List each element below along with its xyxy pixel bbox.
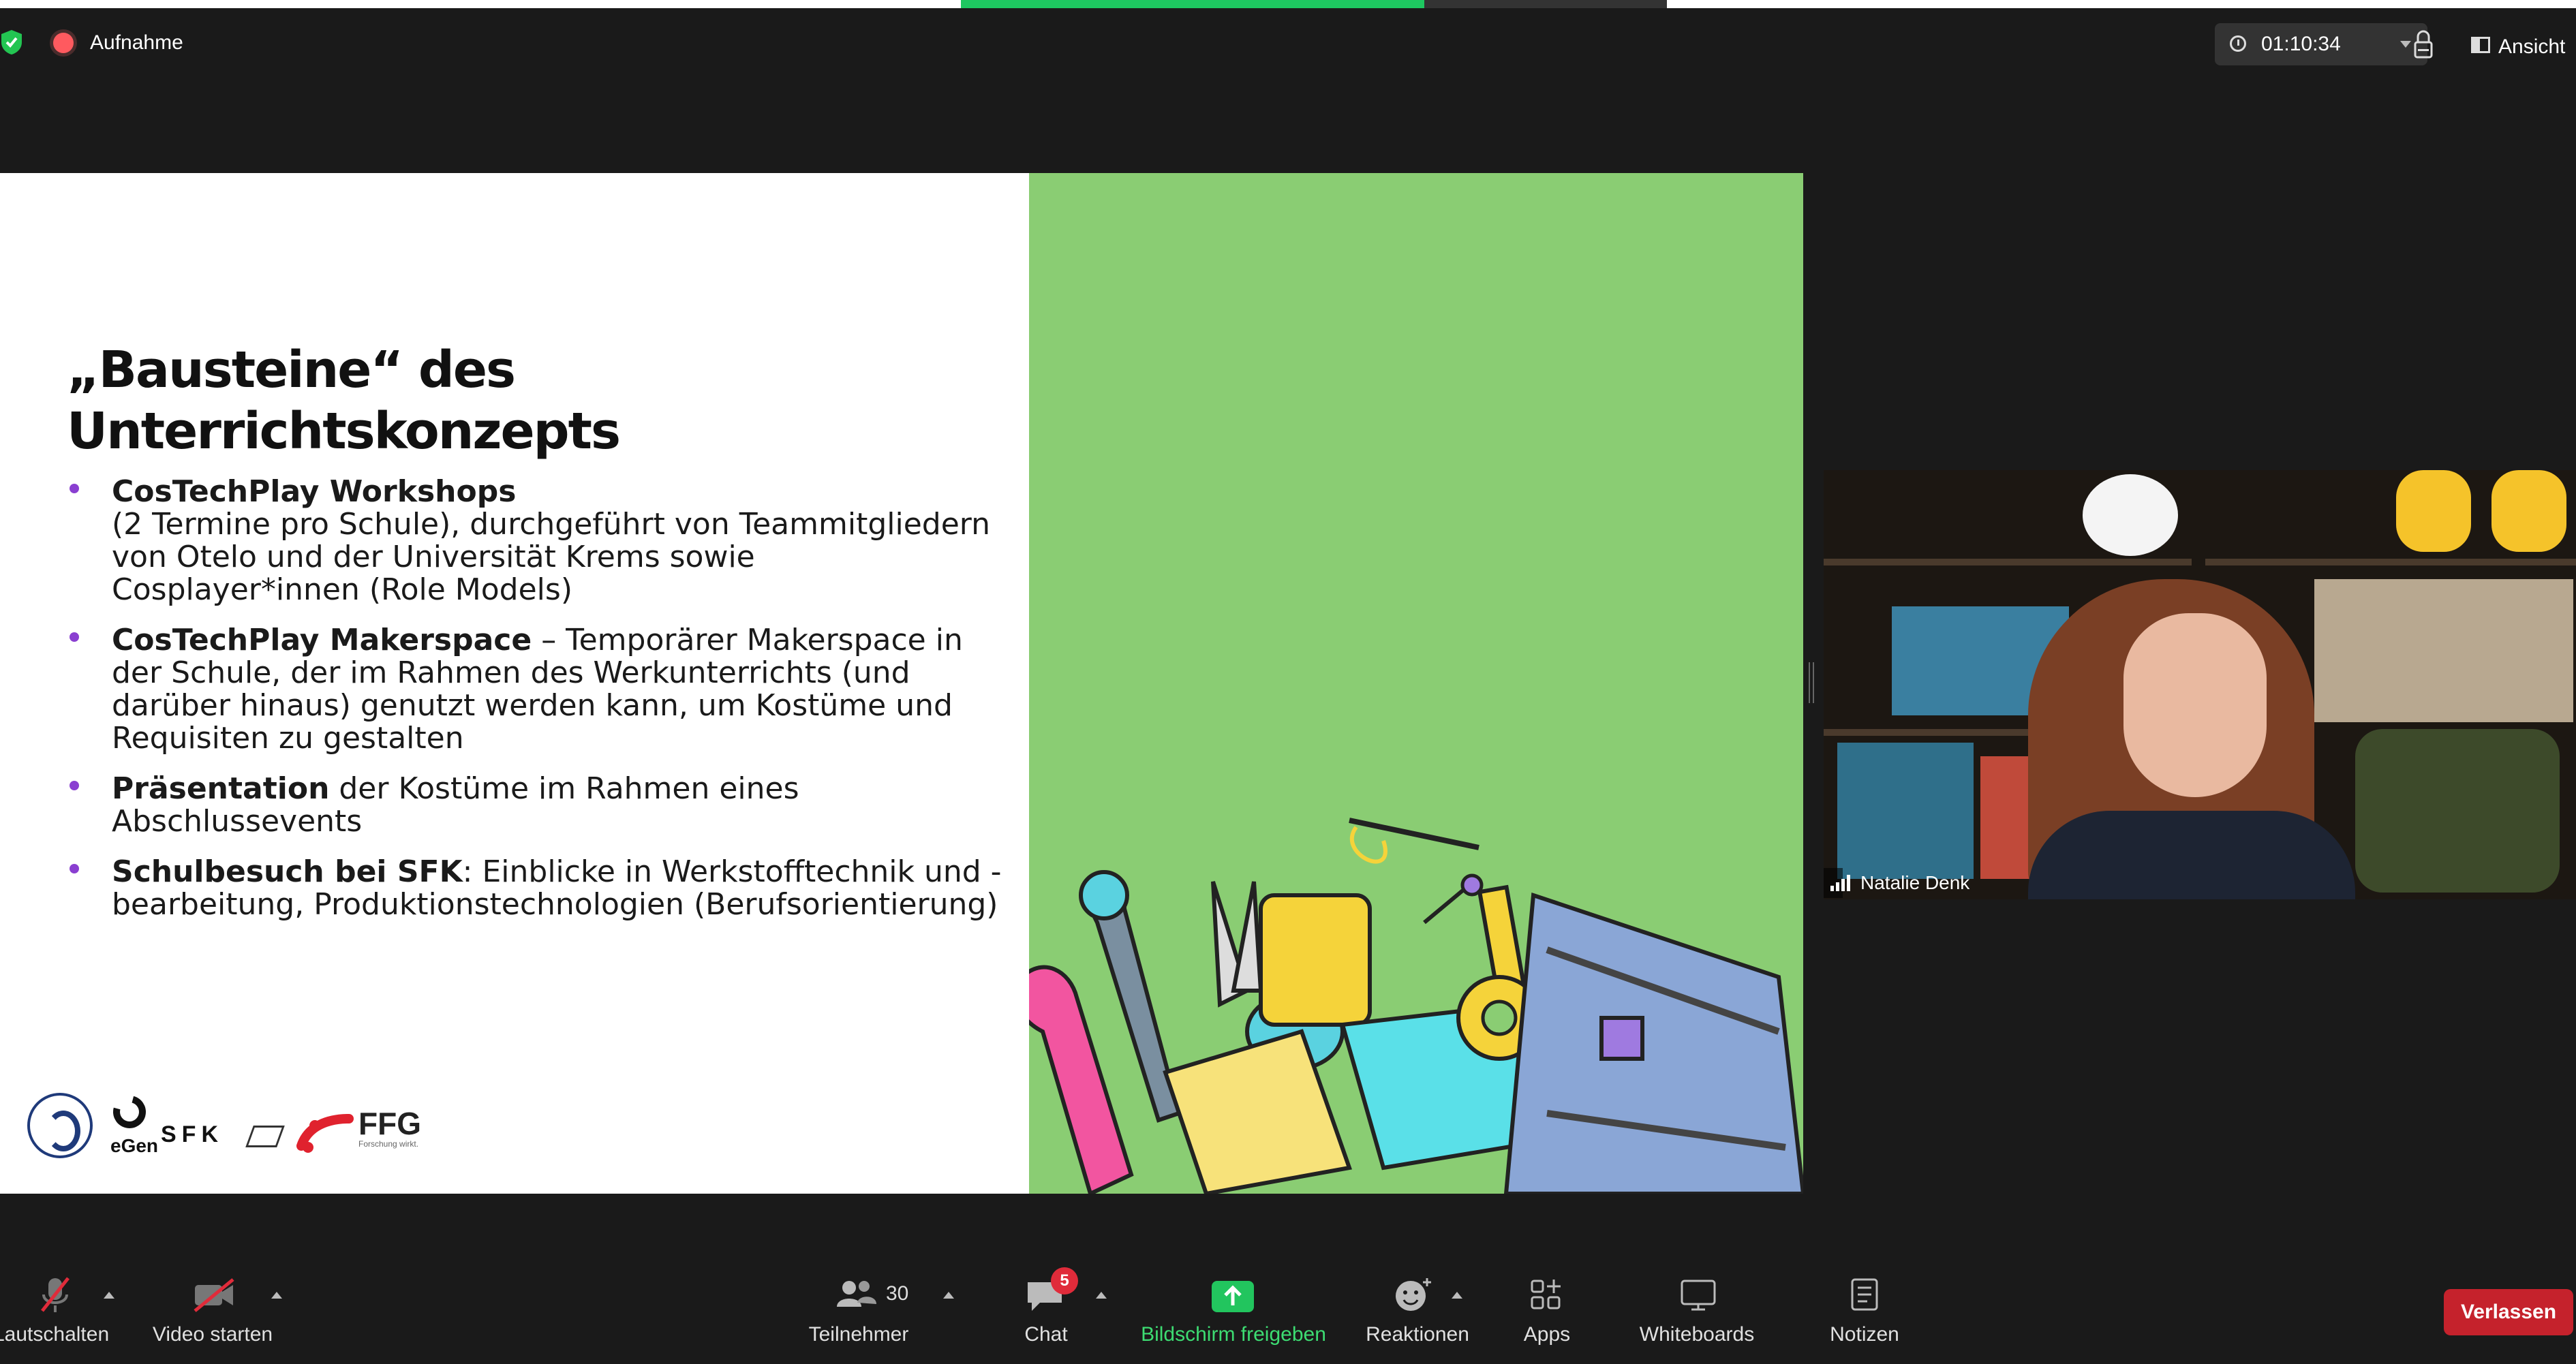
notes-icon [1851, 1278, 1878, 1311]
start-video-label: Video starten [152, 1323, 273, 1346]
notes-button[interactable]: Notizen [1817, 1259, 1912, 1364]
chat-button[interactable]: 5 Chat [1015, 1259, 1078, 1364]
ffg-logo: FFG Forschung wirkt. [294, 1105, 451, 1153]
ffg-tagline: Forschung wirkt. [358, 1139, 419, 1149]
share-indicator-bar [961, 0, 1424, 8]
start-video-button[interactable]: Video starten [144, 1259, 281, 1364]
slide-illustration-panel [1013, 173, 1803, 1194]
bullet-bold: Schulbesuch bei SFK [112, 854, 463, 889]
slide-title-line1: „Bausteine“ des [67, 341, 516, 399]
participants-icon [837, 1281, 876, 1307]
panda-toy [2083, 474, 2178, 556]
microphone-muted-icon [41, 1277, 70, 1312]
signal-strength-icon [1830, 875, 1850, 891]
egen-logo-text: eGen [110, 1135, 159, 1156]
participants-label: Teilnehmer [808, 1323, 909, 1346]
view-layout-icon [2471, 37, 2490, 53]
meeting-top-bar: Aufnahme 01:10:34 Ansicht [0, 8, 2576, 76]
reactions-button[interactable]: Reaktionen [1349, 1259, 1486, 1364]
whiteboard-icon [1681, 1280, 1716, 1311]
shelf [2205, 559, 2576, 565]
panel-resize-handle[interactable] [1809, 662, 1814, 703]
share-screen-label: Bildschirm freigeben [1141, 1323, 1326, 1346]
audio-options-chevron-icon[interactable] [104, 1292, 114, 1299]
shared-screen-slide: „Bausteine“ des Unterrichtskonzepts CosT… [0, 173, 1803, 1194]
video-options-chevron-icon[interactable] [271, 1292, 282, 1299]
bullet-item: CosTechPlay Workshops (2 Termine pro Schu… [67, 476, 1007, 606]
share-screen-button[interactable]: Bildschirm freigeben [1131, 1259, 1336, 1364]
partner-diamond-logo [245, 1126, 285, 1147]
recording-label[interactable]: Aufnahme [90, 31, 183, 55]
encryption-shield-icon[interactable] [0, 29, 23, 56]
whiteboards-label: Whiteboards [1639, 1323, 1755, 1346]
participant-name: Natalie Denk [1860, 872, 1970, 893]
participants-count: 30 [886, 1282, 909, 1305]
meeting-toolbar: Lautschalten Video starten 30 Teilnehmer… [0, 1259, 2576, 1364]
participants-options-chevron-icon[interactable] [943, 1292, 954, 1299]
sfk-logo: SFK [161, 1121, 224, 1147]
reactions-options-chevron-icon[interactable] [1452, 1292, 1462, 1299]
ffg-swirl-icon [296, 1114, 354, 1153]
lego-head [2491, 470, 2566, 552]
leave-meeting-button[interactable]: Verlassen [2444, 1289, 2573, 1335]
shelf [1824, 559, 2192, 565]
bullet-text: (2 Termine pro Schule), durchgeführt von… [112, 507, 990, 607]
books [1837, 743, 1974, 879]
clock-icon [2230, 35, 2246, 52]
meeting-timer[interactable]: 01:10:34 [2215, 23, 2427, 65]
egen-ring-icon [107, 1089, 152, 1134]
bullet-item: CosTechPlay Makerspace – Temporärer Make… [67, 624, 1007, 755]
bullet-item: Schulbesuch bei SFK: Einblicke in Werkst… [67, 856, 1007, 921]
reactions-icon [1396, 1278, 1431, 1311]
timer-value: 01:10:34 [2261, 33, 2341, 55]
lego-head [2396, 470, 2471, 552]
notes-label: Notizen [1830, 1323, 1899, 1346]
unmute-label: Lautschalten [0, 1323, 110, 1346]
participant-video-tile[interactable] [1824, 470, 2576, 899]
apps-label: Apps [1523, 1323, 1571, 1346]
share-screen-icon [1212, 1281, 1254, 1312]
apps-icon [1531, 1280, 1561, 1309]
chat-label: Chat [1024, 1323, 1068, 1346]
share-indicator-end [1424, 0, 1667, 8]
chat-unread-badge: 5 [1051, 1267, 1078, 1295]
books [2314, 579, 2573, 722]
bullet-bold: CosTechPlay Makerspace [112, 623, 532, 657]
whiteboards-button[interactable]: Whiteboards [1622, 1259, 1772, 1364]
ffg-logo-text: FFG [358, 1106, 421, 1141]
participant-face [2123, 613, 2267, 797]
lock-icon[interactable] [2410, 29, 2437, 63]
recording-icon [53, 33, 74, 53]
camera-off-icon [194, 1278, 234, 1312]
window-top-edge [0, 0, 2576, 8]
participant-name-tag: Natalie Denk [1824, 868, 1969, 898]
apps-button[interactable]: Apps [1513, 1259, 1581, 1364]
slide-bullet-list: CosTechPlay Workshops (2 Termine pro Schu… [67, 476, 1007, 939]
tree-model [2355, 729, 2560, 893]
participant-body [2028, 811, 2355, 899]
view-button-label: Ansicht [2498, 35, 2566, 58]
craft-tools-illustration [1013, 818, 1803, 1194]
bullet-bold: CosTechPlay Workshops [112, 474, 517, 509]
bullet-bold: Präsentation [112, 771, 330, 806]
reactions-label: Reaktionen [1366, 1323, 1469, 1346]
chat-options-chevron-icon[interactable] [1096, 1292, 1107, 1299]
unmute-button[interactable]: Lautschalten [0, 1259, 116, 1364]
bullet-item: Präsentation der Kostüme im Rahmen eines… [67, 773, 1007, 838]
slide-title: „Bausteine“ des Unterrichtskonzepts [67, 339, 953, 462]
participants-button[interactable]: 30 Teilnehmer [797, 1259, 920, 1364]
donau-university-logo [27, 1093, 93, 1158]
slide-title-line2: Unterrichtskonzepts [67, 402, 621, 461]
